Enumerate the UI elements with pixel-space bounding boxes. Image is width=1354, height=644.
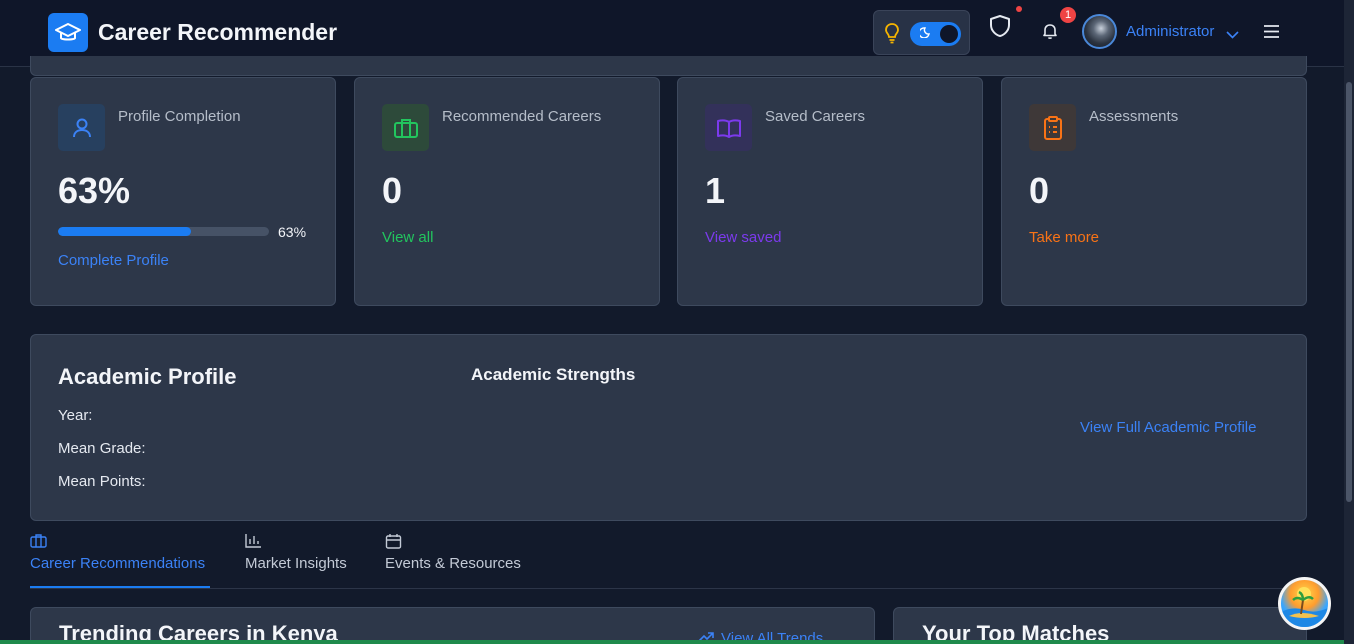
mean-grade-label: Mean Grade: xyxy=(58,440,146,457)
alert-dot xyxy=(1016,6,1022,12)
toggle-knob xyxy=(940,25,958,43)
tabs-divider xyxy=(30,588,1307,589)
academic-strengths-title: Academic Strengths xyxy=(471,365,636,384)
view-all-link[interactable]: View all xyxy=(382,229,433,246)
complete-profile-link[interactable]: Complete Profile xyxy=(58,252,169,269)
user-icon xyxy=(58,104,105,151)
hamburger-menu-icon[interactable] xyxy=(1263,24,1280,44)
take-more-link[interactable]: Take more xyxy=(1029,229,1099,246)
stat-card-saved-careers: Saved Careers 1 View saved xyxy=(677,77,983,306)
progress-percent: 63% xyxy=(278,224,307,240)
stat-title: Recommended Careers xyxy=(442,108,602,125)
view-saved-link[interactable]: View saved xyxy=(705,229,781,246)
view-academic-profile-link[interactable]: View Full Academic Profile xyxy=(1080,419,1256,436)
briefcase-icon xyxy=(30,533,47,553)
book-icon xyxy=(705,104,752,151)
stat-title: Assessments xyxy=(1089,108,1179,125)
clipboard-icon xyxy=(1029,104,1076,151)
graduation-cap-icon[interactable] xyxy=(48,13,88,52)
briefcase-icon xyxy=(382,104,429,151)
tab-career-recommendations[interactable]: Career Recommendations xyxy=(30,533,210,588)
trending-careers-card: Trending Careers in Kenya View All Trend… xyxy=(30,607,875,644)
stat-card-recommended-careers: Recommended Careers 0 View all xyxy=(354,77,660,306)
mean-points-label: Mean Points: xyxy=(58,473,146,490)
moon-icon xyxy=(918,25,932,43)
stat-card-profile-completion: Profile Completion 63% 63% Complete Prof… xyxy=(30,77,336,306)
tab-label: Market Insights xyxy=(245,555,347,572)
bottom-strip xyxy=(0,640,1344,644)
app-title[interactable]: Career Recommender xyxy=(98,19,337,46)
assistant-chat-button[interactable] xyxy=(1278,577,1331,630)
tab-label: Events & Resources xyxy=(385,555,521,572)
shield-icon[interactable] xyxy=(989,14,1011,43)
progress-fill xyxy=(58,227,191,236)
top-matches-card: Your Top Matches xyxy=(893,607,1307,644)
avatar[interactable] xyxy=(1082,14,1117,49)
stat-card-assessments: Assessments 0 Take more xyxy=(1001,77,1307,306)
stat-value: 1 xyxy=(705,170,726,211)
profile-progress-bar xyxy=(58,227,269,236)
stat-title: Profile Completion xyxy=(118,108,241,125)
stat-value: 63% xyxy=(58,170,131,211)
scrolled-card-edge xyxy=(30,56,1307,76)
island-icon xyxy=(1281,587,1328,627)
academic-profile-card: Academic Profile Year: Mean Grade: Mean … xyxy=(30,334,1307,521)
chevron-down-icon[interactable] xyxy=(1226,26,1239,44)
bell-icon[interactable] xyxy=(1042,22,1058,45)
stat-value: 0 xyxy=(382,170,403,211)
active-tab-indicator xyxy=(30,586,210,588)
notification-badge: 1 xyxy=(1060,7,1076,23)
stat-value: 0 xyxy=(1029,170,1050,211)
lightbulb-icon xyxy=(884,22,900,49)
section-title: Academic Profile xyxy=(58,364,237,389)
bar-chart-icon xyxy=(245,533,262,553)
tab-market-insights[interactable]: Market Insights xyxy=(245,533,355,588)
user-menu-name[interactable]: Administrator xyxy=(1126,23,1214,40)
calendar-icon xyxy=(385,533,402,554)
theme-switcher[interactable] xyxy=(873,10,970,55)
stat-title: Saved Careers xyxy=(765,108,866,125)
scrollbar-thumb[interactable] xyxy=(1346,82,1352,502)
year-label: Year: xyxy=(58,407,93,424)
tab-events-resources[interactable]: Events & Resources xyxy=(385,533,530,588)
dark-mode-toggle[interactable] xyxy=(910,22,961,46)
tab-label: Career Recommendations xyxy=(30,555,206,572)
